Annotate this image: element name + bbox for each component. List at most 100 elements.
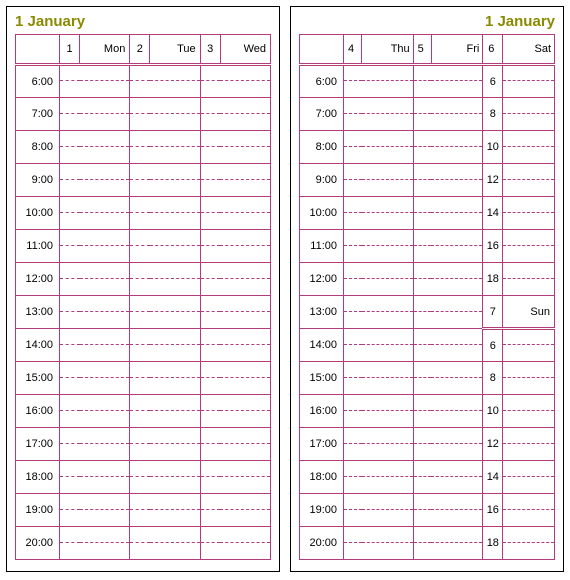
slot[interactable] [130,461,200,477]
slot[interactable] [60,378,130,395]
slot[interactable] [130,65,200,81]
slot[interactable] [130,164,200,180]
slot[interactable] [503,477,555,494]
slot[interactable] [60,477,130,494]
slot[interactable] [413,477,483,494]
slot[interactable] [413,164,483,180]
slot[interactable] [130,246,200,263]
slot[interactable] [200,378,270,395]
slot[interactable] [200,263,270,279]
slot[interactable] [413,411,483,428]
slot[interactable] [200,180,270,197]
slot[interactable] [503,510,555,527]
slot[interactable] [200,98,270,114]
slot[interactable] [344,428,414,444]
slot[interactable] [344,114,414,131]
slot[interactable] [344,180,414,197]
slot[interactable] [200,114,270,131]
slot[interactable] [413,395,483,411]
slot[interactable] [200,444,270,461]
slot[interactable] [413,428,483,444]
slot[interactable] [344,477,414,494]
slot[interactable] [344,279,414,296]
slot[interactable] [503,180,555,197]
slot[interactable] [344,147,414,164]
slot[interactable] [344,362,414,378]
slot[interactable] [503,263,555,279]
slot[interactable] [60,147,130,164]
slot[interactable] [200,510,270,527]
slot[interactable] [503,543,555,560]
slot[interactable] [413,180,483,197]
slot[interactable] [344,213,414,230]
slot[interactable] [413,246,483,263]
slot[interactable] [200,197,270,213]
slot[interactable] [503,428,555,444]
slot[interactable] [60,197,130,213]
slot[interactable] [130,477,200,494]
slot[interactable] [503,527,555,543]
slot[interactable] [200,312,270,329]
slot[interactable] [200,395,270,411]
slot[interactable] [503,494,555,510]
slot[interactable] [344,395,414,411]
slot[interactable] [60,65,130,81]
slot[interactable] [200,527,270,543]
slot[interactable] [344,65,414,81]
slot[interactable] [130,180,200,197]
slot[interactable] [344,81,414,98]
slot[interactable] [130,428,200,444]
slot[interactable] [413,296,483,312]
slot[interactable] [503,98,555,114]
slot[interactable] [344,197,414,213]
slot[interactable] [130,213,200,230]
slot[interactable] [60,230,130,246]
slot[interactable] [200,296,270,312]
slot[interactable] [413,213,483,230]
slot[interactable] [130,510,200,527]
slot[interactable] [60,312,130,329]
slot[interactable] [200,246,270,263]
slot[interactable] [413,378,483,395]
slot[interactable] [130,114,200,131]
slot[interactable] [60,461,130,477]
slot[interactable] [344,444,414,461]
slot[interactable] [60,279,130,296]
slot[interactable] [503,411,555,428]
slot[interactable] [60,114,130,131]
slot[interactable] [413,81,483,98]
slot[interactable] [413,197,483,213]
slot[interactable] [130,527,200,543]
slot[interactable] [503,246,555,263]
slot[interactable] [200,428,270,444]
slot[interactable] [503,65,555,81]
slot[interactable] [130,345,200,362]
slot[interactable] [130,312,200,329]
slot[interactable] [60,98,130,114]
slot[interactable] [130,329,200,345]
slot[interactable] [344,312,414,329]
slot[interactable] [200,279,270,296]
slot[interactable] [130,263,200,279]
slot[interactable] [130,279,200,296]
slot[interactable] [413,527,483,543]
slot[interactable] [413,461,483,477]
slot[interactable] [413,345,483,362]
slot[interactable] [130,98,200,114]
slot[interactable] [200,230,270,246]
slot[interactable] [200,477,270,494]
slot[interactable] [200,362,270,378]
slot[interactable] [60,329,130,345]
slot[interactable] [60,428,130,444]
slot[interactable] [503,444,555,461]
slot[interactable] [413,494,483,510]
slot[interactable] [60,362,130,378]
slot[interactable] [200,494,270,510]
slot[interactable] [503,197,555,213]
slot[interactable] [503,378,555,395]
slot[interactable] [503,461,555,477]
slot[interactable] [344,543,414,560]
slot[interactable] [130,230,200,246]
slot[interactable] [200,345,270,362]
slot[interactable] [60,81,130,98]
